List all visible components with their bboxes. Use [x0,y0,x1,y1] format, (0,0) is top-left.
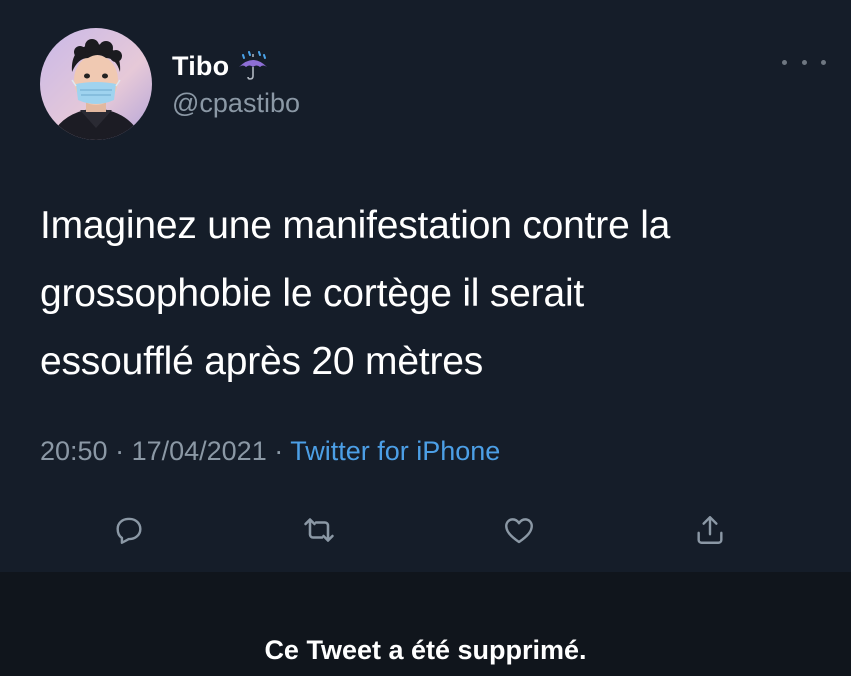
tweet-actions [0,508,851,552]
like-icon [505,518,533,544]
retweet-button[interactable] [297,508,341,552]
tweet-header: Tibo @cpastibo [40,28,830,140]
user-names: Tibo @cpastibo [172,50,300,119]
more-dot [801,59,807,65]
tweet-time[interactable]: 20:50 [40,436,108,466]
share-icon [697,516,723,544]
retweet-icon [304,518,334,542]
tweet-screen: Tibo @cpastibo Imaginez une manifestatio… [0,0,851,676]
like-button[interactable] [497,508,541,552]
avatar[interactable] [40,28,152,140]
meta-separator: · [266,436,291,466]
tweet-date[interactable]: 17/04/2021 [132,436,267,466]
tweet-text-line: essoufflé après 20 mètres [40,340,484,383]
name-row: Tibo [172,50,300,82]
meta-separator: · [107,436,132,466]
tweet-text: Imaginez une manifestation contre la gro… [40,192,820,396]
tweet-source-link[interactable]: Twitter for iPhone [290,436,500,466]
deleted-tweet-notice-bar: Ce Tweet a été supprimé. [0,572,851,676]
reply-button[interactable] [107,508,151,552]
more-dot [821,59,826,65]
reply-icon [116,517,142,544]
user-handle[interactable]: @cpastibo [172,88,300,119]
tweet-text-line: Imaginez une manifestation contre la [40,204,671,247]
share-button[interactable] [688,508,732,552]
more-dot [782,59,787,65]
more-options-icon[interactable] [782,54,826,70]
deleted-tweet-notice: Ce Tweet a été supprimé. [264,635,587,665]
tweet-text-line: grossophobie le cortège il serait [40,272,585,315]
umbrella-with-rain-icon [237,51,269,81]
tweet-metadata: 20:50 · 17/04/2021 · Twitter for iPhone [40,436,500,467]
display-name[interactable]: Tibo [172,51,229,82]
